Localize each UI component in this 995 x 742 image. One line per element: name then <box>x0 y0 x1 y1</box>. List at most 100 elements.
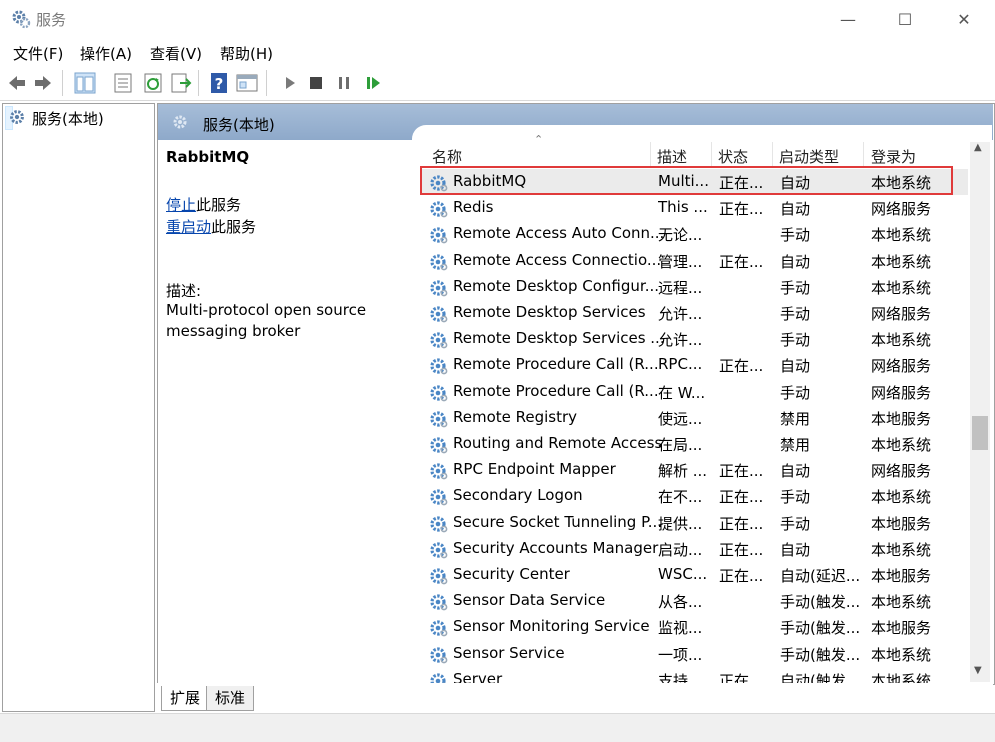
table-row[interactable]: RPC Endpoint Mapper 解析 ... 正在... 自动 网络服务 <box>420 457 968 483</box>
service-log-on-as: 本地服务 <box>871 514 932 533</box>
menu-file[interactable]: 文件(F) <box>13 43 63 64</box>
column-header-log-on-as[interactable]: 登录为 <box>871 146 916 167</box>
service-description: RPC... <box>658 355 703 374</box>
help-icon[interactable]: ? <box>208 72 230 94</box>
service-status: 正在... <box>719 200 764 219</box>
service-log-on-as: 本地系统 <box>871 226 932 245</box>
table-row[interactable]: Remote Desktop Configur... 远程... 手动 本地系统 <box>420 274 968 300</box>
service-startup-type: 禁用 <box>780 409 811 428</box>
service-description: 监视... <box>658 619 703 638</box>
service-name: Routing and Remote Access <box>453 434 663 452</box>
gear-icon <box>430 411 448 428</box>
stop-service-action: 停止此服务 <box>166 194 241 215</box>
service-log-on-as: 本地服务 <box>871 409 932 428</box>
service-description: 一项... <box>658 645 703 664</box>
column-divider[interactable] <box>863 142 864 168</box>
console-icon[interactable] <box>236 72 258 94</box>
column-header-name[interactable]: 名称 <box>432 146 462 167</box>
column-divider[interactable] <box>772 142 773 168</box>
svg-text:?: ? <box>215 75 224 93</box>
detail-service-name: RabbitMQ <box>166 148 250 166</box>
gear-icon <box>430 227 448 244</box>
close-button[interactable]: ✕ <box>949 8 979 32</box>
service-name: Sensor Monitoring Service <box>453 617 650 636</box>
service-startup-type: 自动 <box>780 462 811 481</box>
column-header-status[interactable]: 状态 <box>718 146 748 167</box>
export-icon[interactable] <box>170 72 192 94</box>
gear-icon <box>430 437 448 454</box>
back-icon[interactable] <box>6 72 28 94</box>
service-name: Redis <box>453 198 494 217</box>
table-row[interactable]: Remote Desktop Services ... 允许... 手动 本地系统 <box>420 326 968 352</box>
menu-help[interactable]: 帮助(H) <box>220 43 273 64</box>
table-row[interactable]: Remote Access Auto Conn... 无论... 手动 本地系统 <box>420 221 968 247</box>
service-startup-type: 手动 <box>780 305 811 323</box>
table-row[interactable]: Redis This ... 正在... 自动 网络服务 <box>420 195 968 221</box>
column-divider[interactable] <box>650 142 651 168</box>
scrollbar-thumb[interactable] <box>972 416 988 450</box>
table-row[interactable]: Secure Socket Tunneling P... 提供... 正在... 手动… <box>420 510 968 536</box>
service-name: Remote Desktop Services <box>453 303 646 321</box>
minimize-button[interactable]: — <box>833 8 863 32</box>
service-startup-type: 禁用 <box>780 436 811 454</box>
service-startup-type: 自动 <box>780 252 811 271</box>
table-row[interactable]: Remote Procedure Call (R... 在 W... 手动 网络服务 <box>420 379 968 405</box>
table-row[interactable]: Security Accounts Manager 启动... 正在... 自动 本地系… <box>420 536 968 562</box>
table-row[interactable]: Sensor Service 一项... 手动(触发... 本地系统 <box>420 641 968 667</box>
vertical-scrollbar[interactable] <box>970 142 990 682</box>
table-row[interactable]: Sensor Data Service 从各... 手动(触发... 本地系统 <box>420 588 968 614</box>
table-row[interactable]: Secondary Logon 在不... 正在... 手动 本地系统 <box>420 483 968 509</box>
service-startup-type: 手动 <box>780 226 811 245</box>
table-row[interactable]: Security Center WSC... 正在... 自动(延迟... 本地服务 <box>420 562 968 588</box>
service-description: 管理... <box>658 252 703 271</box>
tab-standard[interactable]: 标准 <box>206 686 255 711</box>
menu-view[interactable]: 查看(V) <box>150 43 202 64</box>
service-startup-type: 手动(触发... <box>780 619 861 638</box>
forward-icon[interactable] <box>32 72 54 94</box>
service-status: 正在... <box>719 462 764 481</box>
stop-icon[interactable] <box>305 72 327 94</box>
service-name: Remote Access Auto Conn... <box>453 224 665 243</box>
stop-suffix: 此服务 <box>196 196 242 214</box>
service-log-on-as: 本地系统 <box>871 436 932 454</box>
maximize-button[interactable]: ☐ <box>890 8 920 32</box>
service-log-on-as: 本地系统 <box>871 331 932 350</box>
gear-icon <box>173 115 187 129</box>
resume-icon[interactable] <box>362 72 384 94</box>
view-tabs <box>157 683 993 711</box>
table-row[interactable]: Remote Procedure Call (R... RPC... 正在... 自动… <box>420 352 968 378</box>
service-name: Sensor Service <box>453 643 565 662</box>
gear-icon <box>430 620 448 637</box>
show-tree-icon[interactable] <box>74 72 96 94</box>
service-name: Remote Registry <box>453 407 578 426</box>
service-status: 正在... <box>719 540 764 559</box>
refresh-icon[interactable] <box>142 72 164 94</box>
restart-link[interactable]: 重启动 <box>166 218 211 236</box>
stop-link[interactable]: 停止 <box>166 196 196 214</box>
gear-icon <box>430 594 448 611</box>
service-name: Sensor Data Service <box>453 591 606 610</box>
service-description: 解析 ... <box>658 462 708 481</box>
service-status: 正在... <box>719 514 764 533</box>
column-header-description[interactable]: 描述 <box>657 146 687 167</box>
table-row[interactable]: Remote Access Connectio... 管理... 正在... 自动 本地… <box>420 248 968 274</box>
table-row[interactable]: Sensor Monitoring Service 监视... 手动(触发... 本地… <box>420 614 968 640</box>
scroll-up-icon[interactable]: ▲ <box>974 142 982 153</box>
table-row[interactable]: Routing and Remote Access 在局... 禁用 本地系统 <box>420 431 968 457</box>
tab-extended[interactable]: 扩展 <box>161 686 210 711</box>
gear-icon <box>430 489 448 506</box>
tree-item-label: 服务(本地) <box>32 110 104 128</box>
service-name: Remote Procedure Call (R... <box>453 355 659 374</box>
pause-icon[interactable] <box>333 72 355 94</box>
tree-item-services-local[interactable]: 服务(本地) <box>5 106 104 130</box>
properties-icon[interactable] <box>112 72 134 94</box>
service-startup-type: 手动 <box>780 514 811 533</box>
play-icon[interactable] <box>279 72 301 94</box>
menu-action[interactable]: 操作(A) <box>80 43 132 64</box>
table-row[interactable]: Remote Registry 使远... 禁用 本地服务 <box>420 405 968 431</box>
column-header-startup-type[interactable]: 启动类型 <box>779 146 839 167</box>
column-divider[interactable] <box>711 142 712 168</box>
service-startup-type: 自动 <box>780 357 811 376</box>
table-row[interactable]: Remote Desktop Services 允许... 手动 网络服务 <box>420 300 968 326</box>
scroll-down-icon[interactable]: ▼ <box>974 665 982 676</box>
